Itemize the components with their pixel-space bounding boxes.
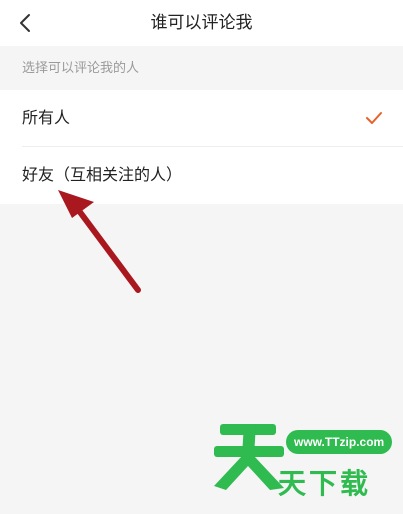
page-title: 谁可以评论我 bbox=[150, 13, 253, 33]
check-icon bbox=[366, 112, 382, 124]
option-label: 所有人 bbox=[22, 108, 71, 127]
watermark-url: www.TTzip.com bbox=[286, 430, 393, 454]
option-all[interactable]: 所有人 bbox=[0, 90, 403, 146]
section-header: 选择可以评论我的人 bbox=[0, 48, 403, 90]
option-list: 所有人 好友（互相关注的人） bbox=[0, 90, 403, 204]
watermark-logo: www.TTzip.com 天下载 bbox=[212, 418, 393, 508]
option-label: 好友（互相关注的人） bbox=[22, 165, 183, 184]
option-friends[interactable]: 好友（互相关注的人） bbox=[0, 146, 403, 204]
nav-bar: 谁可以评论我 bbox=[0, 0, 403, 46]
watermark-text: 天下载 bbox=[278, 467, 372, 500]
watermark-glyph-icon bbox=[214, 424, 284, 490]
